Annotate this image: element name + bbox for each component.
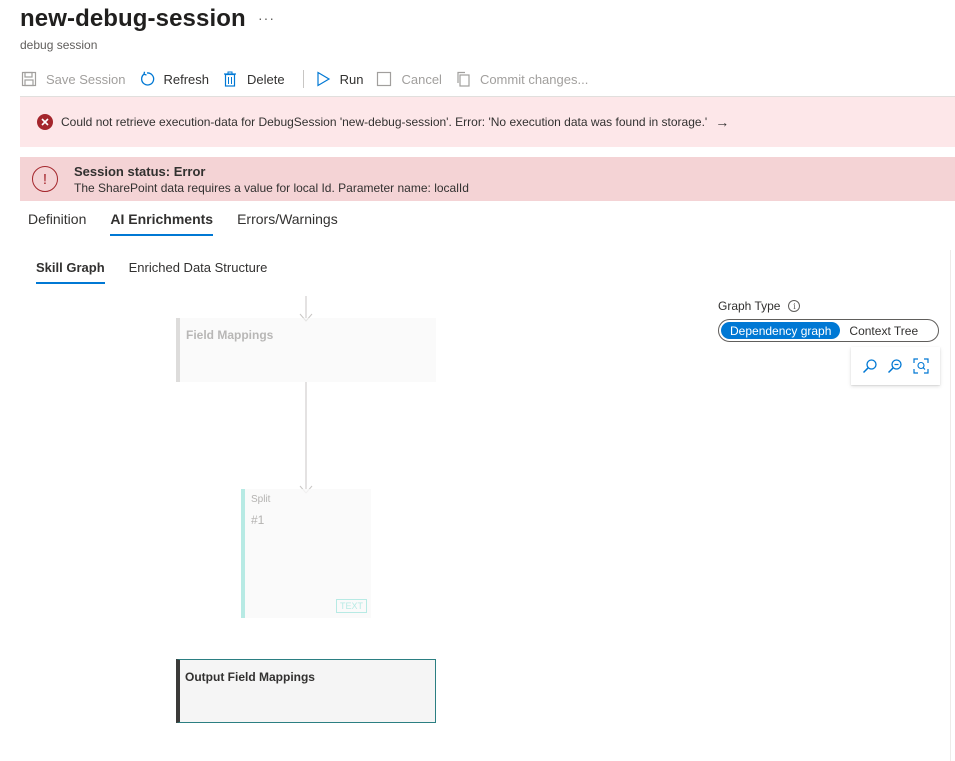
field-mappings-label: Field Mappings — [186, 328, 274, 342]
field-mappings-node[interactable]: Field Mappings — [176, 318, 436, 382]
output-field-mappings-label: Output Field Mappings — [185, 670, 315, 684]
graph-edges — [299, 296, 313, 494]
output-field-mappings-node[interactable]: Output Field Mappings — [176, 659, 436, 723]
text-badge: TEXT — [335, 599, 367, 613]
skill-type-label: Split — [251, 494, 271, 505]
split-skill-node[interactable]: Split #1 TEXT — [241, 489, 371, 618]
skill-id-label: #1 — [251, 513, 265, 527]
